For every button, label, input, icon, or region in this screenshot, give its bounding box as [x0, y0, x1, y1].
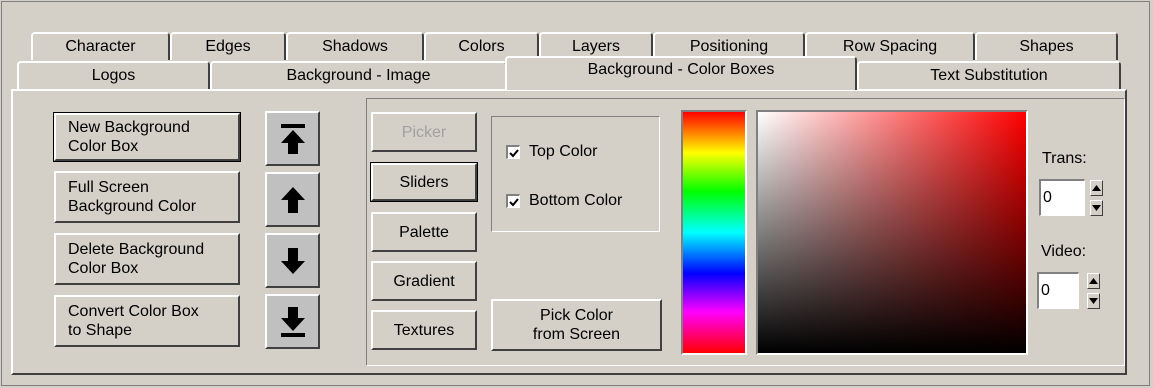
move-down-icon	[280, 247, 305, 274]
saturation-value-picker[interactable]	[756, 110, 1028, 355]
hue-slider[interactable]	[681, 110, 747, 355]
spin-up-icon[interactable]	[1087, 273, 1100, 289]
full-screen-background-color-button[interactable]: Full Screen Background Color	[54, 171, 240, 223]
checkmark-icon	[508, 197, 519, 206]
pick-color-from-screen-button[interactable]: Pick Color from Screen	[491, 299, 662, 351]
trans-input[interactable]	[1039, 179, 1085, 216]
trans-spinner[interactable]	[1090, 180, 1103, 216]
color-target-group	[491, 116, 660, 232]
bottom-color-checkbox[interactable]	[506, 194, 520, 208]
video-input[interactable]	[1037, 272, 1079, 309]
bottom-color-row[interactable]: Bottom Color	[506, 192, 622, 210]
video-label: Video:	[1041, 243, 1087, 260]
tab-shadows[interactable]: Shadows	[286, 32, 424, 60]
top-color-label: Top Color	[529, 143, 598, 160]
tab-background-image[interactable]: Background - Image	[210, 61, 507, 89]
picker-button[interactable]: Picker	[371, 112, 477, 152]
move-to-bottom-button[interactable]	[265, 294, 320, 349]
move-up-icon	[280, 186, 305, 213]
move-up-button[interactable]	[265, 172, 320, 227]
spin-up-icon[interactable]	[1090, 180, 1103, 196]
tab-edges[interactable]: Edges	[170, 32, 286, 60]
move-down-button[interactable]	[265, 233, 320, 288]
new-background-color-box-button[interactable]: New Background Color Box	[53, 112, 241, 162]
top-color-row[interactable]: Top Color	[506, 143, 597, 161]
tab-character[interactable]: Character	[31, 32, 170, 60]
sliders-button[interactable]: Sliders	[370, 162, 478, 202]
checkmark-icon	[508, 148, 519, 157]
trans-label: Trans:	[1042, 150, 1087, 167]
tab-text-substitution[interactable]: Text Substitution	[857, 61, 1121, 89]
bottom-color-label: Bottom Color	[529, 192, 623, 209]
convert-color-box-to-shape-button[interactable]: Convert Color Box to Shape	[54, 295, 240, 347]
delete-background-color-box-button[interactable]: Delete Background Color Box	[54, 233, 240, 285]
top-color-checkbox[interactable]	[506, 145, 520, 159]
gradient-button[interactable]: Gradient	[371, 261, 477, 301]
textures-button[interactable]: Textures	[371, 310, 477, 350]
tab-background-color-boxes[interactable]: Background - Color Boxes	[505, 56, 857, 90]
video-spinner[interactable]	[1087, 273, 1100, 309]
tab-logos[interactable]: Logos	[17, 61, 210, 89]
tab-shapes[interactable]: Shapes	[975, 32, 1118, 60]
spin-down-icon[interactable]	[1090, 200, 1103, 216]
palette-button[interactable]: Palette	[371, 212, 477, 252]
move-to-bottom-icon	[280, 306, 305, 337]
spin-down-icon[interactable]	[1087, 293, 1100, 309]
move-to-top-icon	[280, 123, 305, 154]
move-to-top-button[interactable]	[265, 111, 320, 166]
